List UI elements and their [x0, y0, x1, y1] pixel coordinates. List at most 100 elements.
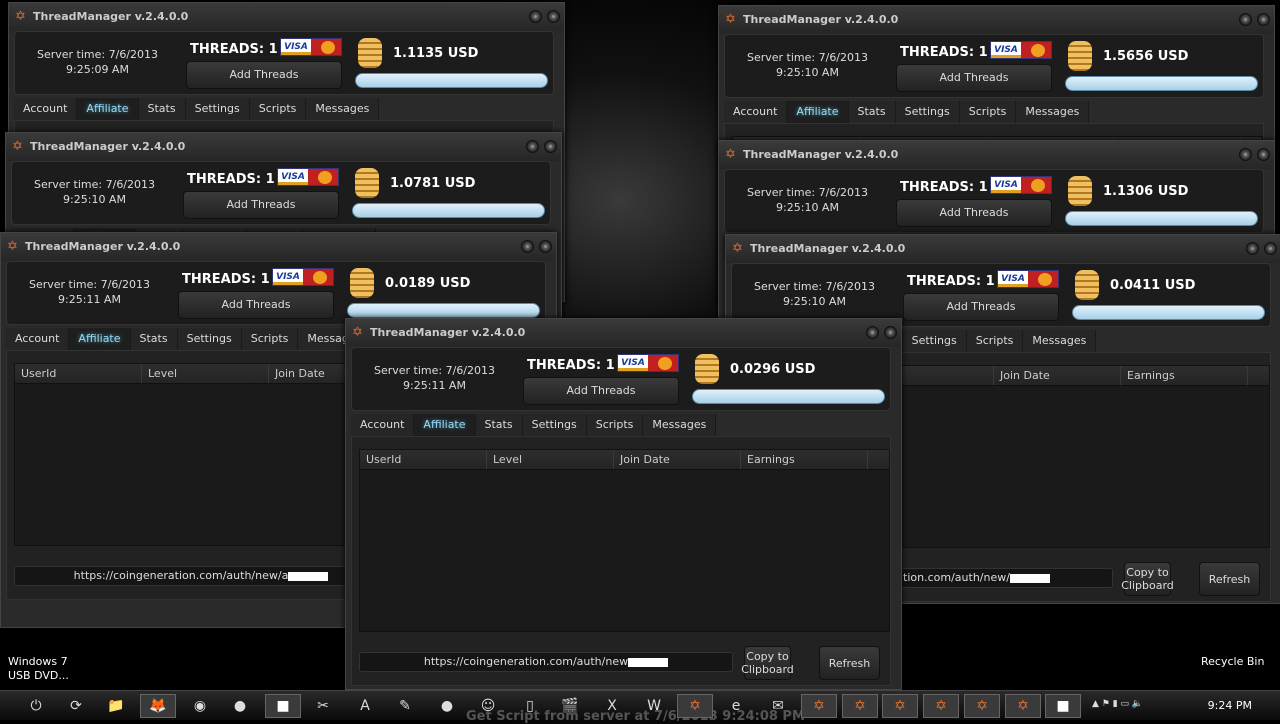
taskbar-chrome-icon[interactable]: ◉ — [182, 694, 218, 718]
taskbar-white-app-icon[interactable]: ■ — [265, 694, 301, 718]
taskbar-outlook-icon[interactable]: ✉ — [760, 694, 796, 718]
referral-url-field[interactable]: https://coingeneration.com/auth/new — [359, 652, 733, 672]
payment-cards-icon[interactable]: VISA — [277, 168, 339, 186]
tab-messages[interactable]: Messages — [306, 98, 380, 120]
refresh-button[interactable]: Refresh — [1199, 562, 1260, 596]
tab-settings[interactable]: Settings — [185, 98, 250, 120]
taskbar-green-app-icon[interactable]: ● — [429, 694, 465, 718]
taskbar-power-icon[interactable]: ⏻ — [18, 694, 54, 718]
close-button[interactable] — [1257, 13, 1270, 26]
taskbar-threadmanager-icon[interactable]: ✡ — [964, 694, 1000, 718]
close-button[interactable] — [539, 240, 552, 253]
taskbar-explorer-icon[interactable]: 📁 — [98, 694, 134, 718]
minimize-button[interactable] — [1239, 13, 1252, 26]
referral-url-field[interactable]: https://coingeneration.com/auth/new/a — [14, 566, 388, 586]
taskbar-white-app-icon[interactable]: ■ — [1045, 694, 1081, 718]
payment-cards-icon[interactable]: VISA — [617, 354, 679, 372]
close-button[interactable] — [884, 326, 897, 339]
desktop-icon-recycle-bin[interactable]: Recycle Bin — [1201, 655, 1264, 669]
copy-to-clipboard-button[interactable]: Copy to Clipboard — [1121, 562, 1174, 596]
close-button[interactable] — [1264, 242, 1277, 255]
tab-affiliate[interactable]: Affiliate — [77, 98, 139, 120]
copy-to-clipboard-button[interactable]: Copy to Clipboard — [741, 646, 794, 680]
minimize-button[interactable] — [529, 10, 542, 23]
add-threads-button[interactable]: Add Threads — [186, 61, 342, 89]
tab-settings[interactable]: Settings — [177, 328, 242, 350]
taskbar-threadmanager-icon[interactable]: ✡ — [677, 694, 713, 718]
tab-stats[interactable]: Stats — [138, 98, 186, 120]
refresh-button[interactable]: Refresh — [819, 646, 880, 680]
taskbar-movie-icon[interactable]: 🎬 — [552, 694, 588, 718]
add-threads-button[interactable]: Add Threads — [178, 291, 334, 319]
taskbar-threadmanager-icon[interactable]: ✡ — [1005, 694, 1041, 718]
column-header[interactable]: Level — [487, 450, 614, 469]
tab-settings[interactable]: Settings — [902, 330, 967, 352]
taskbar-threadmanager-icon[interactable]: ✡ — [882, 694, 918, 718]
taskbar-threadmanager-icon[interactable]: ✡ — [923, 694, 959, 718]
clock[interactable]: 9:24 PM — [1208, 699, 1252, 712]
title-bar[interactable]: ✡ ThreadManager v.2.4.0.0 — [719, 6, 1274, 34]
taskbar-usb-icon[interactable]: ▯ — [512, 694, 548, 718]
add-threads-button[interactable]: Add Threads — [523, 377, 679, 405]
payment-cards-icon[interactable]: VISA — [280, 38, 342, 56]
column-header[interactable]: Earnings — [1121, 366, 1248, 385]
taskbar-excel-icon[interactable]: X — [594, 694, 630, 718]
tab-stats[interactable]: Stats — [848, 101, 896, 123]
tab-scripts[interactable]: Scripts — [966, 330, 1024, 352]
tab-scripts[interactable]: Scripts — [959, 101, 1017, 123]
title-bar[interactable]: ✡ ThreadManager v.2.4.0.0 — [6, 133, 561, 161]
minimize-button[interactable] — [1239, 148, 1252, 161]
minimize-button[interactable] — [866, 326, 879, 339]
title-bar[interactable]: ✡ ThreadManager v.2.4.0.0 — [719, 141, 1274, 169]
taskbar-sync-icon[interactable]: ⟳ — [58, 694, 94, 718]
taskbar-firefox-icon[interactable]: 🦊 — [140, 694, 176, 718]
tab-affiliate[interactable]: Affiliate — [787, 101, 849, 123]
tab-messages[interactable]: Messages — [1016, 101, 1090, 123]
tab-account[interactable]: Account — [14, 98, 78, 120]
minimize-button[interactable] — [521, 240, 534, 253]
taskbar-threadmanager-icon[interactable]: ✡ — [842, 694, 878, 718]
close-button[interactable] — [1257, 148, 1270, 161]
tab-scripts[interactable]: Scripts — [249, 98, 307, 120]
column-header[interactable]: UserId — [360, 450, 487, 469]
taskbar-pen-icon[interactable]: ✎ — [387, 694, 423, 718]
tab-affiliate[interactable]: Affiliate — [414, 414, 476, 436]
column-header[interactable]: Level — [142, 364, 269, 383]
taskbar-smiley-icon[interactable]: ☺ — [470, 694, 506, 718]
title-bar[interactable]: ✡ ThreadManager v.2.4.0.0 — [346, 319, 901, 347]
tab-account[interactable]: Account — [724, 101, 788, 123]
minimize-button[interactable] — [1246, 242, 1259, 255]
tab-settings[interactable]: Settings — [895, 101, 960, 123]
tab-scripts[interactable]: Scripts — [586, 414, 644, 436]
taskbar-word-icon[interactable]: W — [636, 694, 672, 718]
column-header[interactable]: Join Date — [614, 450, 741, 469]
tab-account[interactable]: Account — [6, 328, 70, 350]
tab-stats[interactable]: Stats — [475, 414, 523, 436]
taskbar-threadmanager-icon[interactable]: ✡ — [801, 694, 837, 718]
taskbar-tool-icon[interactable]: ✂ — [305, 694, 341, 718]
taskbar-ie-icon[interactable]: e — [718, 694, 754, 718]
payment-cards-icon[interactable]: VISA — [990, 176, 1052, 194]
tab-account[interactable]: Account — [351, 414, 415, 436]
payment-cards-icon[interactable]: VISA — [990, 41, 1052, 59]
title-bar[interactable]: ✡ ThreadManager v.2.4.0.0 — [726, 235, 1280, 263]
add-threads-button[interactable]: Add Threads — [896, 199, 1052, 227]
desktop-icon-usb-dvd[interactable]: Windows 7 USB DVD... — [8, 655, 78, 683]
taskbar-purple-app-icon[interactable]: ● — [222, 694, 258, 718]
tab-messages[interactable]: Messages — [1023, 330, 1097, 352]
tab-settings[interactable]: Settings — [522, 414, 587, 436]
tab-stats[interactable]: Stats — [130, 328, 178, 350]
payment-cards-icon[interactable]: VISA — [997, 270, 1059, 288]
tab-scripts[interactable]: Scripts — [241, 328, 299, 350]
minimize-button[interactable] — [526, 140, 539, 153]
add-threads-button[interactable]: Add Threads — [183, 191, 339, 219]
add-threads-button[interactable]: Add Threads — [903, 293, 1059, 321]
column-header[interactable]: UserId — [15, 364, 142, 383]
column-header[interactable]: Join Date — [994, 366, 1121, 385]
tray-icons[interactable]: ▲ ⚑ ▮ ▭ 🔈 — [1092, 699, 1172, 709]
add-threads-button[interactable]: Add Threads — [896, 64, 1052, 92]
tab-affiliate[interactable]: Affiliate — [69, 328, 131, 350]
close-button[interactable] — [547, 10, 560, 23]
payment-cards-icon[interactable]: VISA — [272, 268, 334, 286]
close-button[interactable] — [544, 140, 557, 153]
